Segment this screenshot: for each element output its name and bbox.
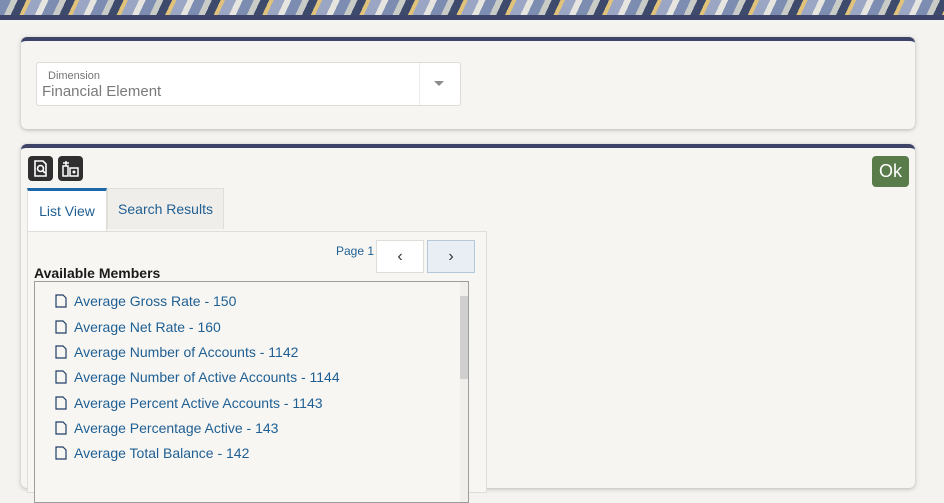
list-item[interactable]: Average Percent Active Accounts - 1143 (55, 393, 323, 413)
tab-search-results[interactable]: Search Results (107, 188, 224, 229)
hierarchy-button[interactable] (58, 156, 83, 181)
document-icon (55, 345, 67, 359)
dimension-value: Financial Element (42, 83, 162, 100)
list-item[interactable]: Average Number of Accounts - 1142 (55, 342, 298, 362)
member-label: Average Percent Active Accounts - 1143 (74, 395, 323, 411)
dimension-select[interactable]: Dimension Financial Element (36, 62, 461, 106)
dimension-panel: Dimension Financial Element (21, 37, 915, 129)
dropdown-separator (419, 63, 420, 105)
list-item[interactable]: Average Percentage Active - 143 (55, 418, 278, 438)
list-item[interactable]: Average Number of Active Accounts - 1144 (55, 367, 340, 387)
ok-button[interactable]: Ok (872, 156, 909, 187)
document-icon (55, 320, 67, 334)
prev-page-button[interactable]: ‹ (376, 240, 424, 273)
next-page-button[interactable]: › (427, 240, 475, 273)
list-item[interactable]: Average Total Balance - 142 (55, 443, 249, 463)
member-label: Average Net Rate - 160 (74, 319, 221, 335)
hierarchy-icon (62, 161, 79, 177)
members-panel: Ok List View Search Results Page 1 ‹ › A… (21, 144, 915, 503)
scrollbar-thumb[interactable] (460, 296, 468, 379)
member-label: Average Percentage Active - 143 (74, 420, 279, 436)
document-icon (55, 421, 67, 435)
scrollbar-track[interactable] (460, 282, 468, 502)
list-item[interactable]: Average Net Rate - 160 (55, 317, 221, 337)
list-item[interactable]: Average Gross Rate - 150 (55, 291, 236, 311)
member-label: Average Number of Accounts - 1142 (74, 344, 299, 360)
header-banner (0, 0, 944, 20)
page-label: Page 1 (336, 244, 375, 258)
document-icon (55, 370, 67, 384)
members-list[interactable]: Average Gross Rate - 150 Average Net Rat… (34, 281, 469, 503)
tab-list-view[interactable]: List View (27, 188, 107, 231)
member-label: Average Total Balance - 142 (74, 445, 250, 461)
search-doc-icon (34, 160, 47, 177)
document-icon (55, 294, 67, 308)
member-label: Average Gross Rate - 150 (74, 293, 237, 309)
caret-down-icon[interactable] (434, 81, 444, 86)
document-icon (55, 396, 67, 410)
dimension-label: Dimension (48, 70, 100, 82)
search-doc-button[interactable] (28, 156, 53, 181)
document-icon (55, 446, 67, 460)
member-label: Average Number of Active Accounts - 1144 (74, 369, 340, 385)
list-view-content: Page 1 ‹ › Available Members Average Gro… (27, 231, 487, 503)
available-members-title: Available Members (34, 265, 161, 281)
